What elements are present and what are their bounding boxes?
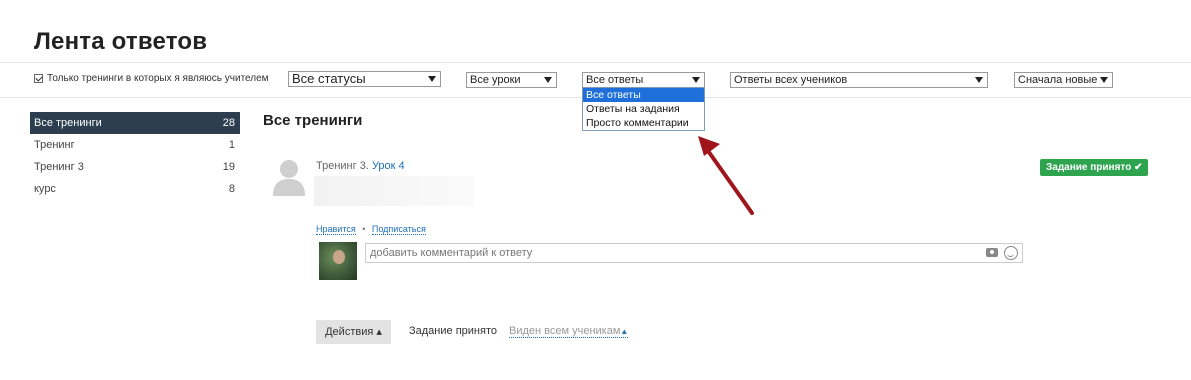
dropdown-option-comments[interactable]: Просто комментарии xyxy=(583,116,704,130)
sidebar-item-label: Все тренинги xyxy=(34,117,102,129)
page-title: Лента ответов xyxy=(34,28,208,55)
answers-select-value: Все ответы xyxy=(586,74,644,86)
answer-meta: Тренинг 3. Урок 4 xyxy=(316,160,405,172)
status-badge: Задание принято ✔ xyxy=(1040,159,1149,176)
comment-input[interactable]: добавить комментарий к ответу xyxy=(365,243,1023,263)
lesson-select-value: Все уроки xyxy=(470,74,521,86)
camera-icon[interactable] xyxy=(986,248,998,257)
emoji-icon[interactable] xyxy=(1004,246,1018,260)
training-sidebar: Все тренинги 28 Тренинг 1 Тренинг 3 19 к… xyxy=(30,112,240,200)
sidebar-item-label: Тренинг 3 xyxy=(34,161,84,173)
teacher-only-checkbox[interactable]: Только тренинги в которых я являюсь учит… xyxy=(34,73,269,84)
sidebar-item-count: 1 xyxy=(228,139,235,151)
chevron-down-icon xyxy=(544,77,552,83)
separator-dot: • xyxy=(362,224,366,234)
status-select-value: Все статусы xyxy=(292,71,366,86)
sidebar-item-count: 8 xyxy=(228,183,235,195)
students-select-value: Ответы всех учеников xyxy=(734,74,848,86)
answer-social-links: Нравится • Подписаться xyxy=(316,224,426,235)
visibility-label: Виден всем ученикам xyxy=(509,325,621,337)
students-select[interactable]: Ответы всех учеников xyxy=(730,72,988,88)
actions-button[interactable]: Действия ▴ xyxy=(316,320,391,344)
status-select[interactable]: Все статусы xyxy=(288,71,441,87)
checkbox-checked-icon[interactable] xyxy=(34,74,43,83)
sidebar-item-count: 28 xyxy=(222,117,235,129)
avatar xyxy=(319,242,357,280)
sort-select-value: Сначала новые xyxy=(1018,74,1098,86)
sort-select[interactable]: Сначала новые xyxy=(1014,72,1113,88)
blurred-answer-text xyxy=(314,176,474,206)
chevron-down-icon xyxy=(975,77,983,83)
answers-select[interactable]: Все ответы xyxy=(582,72,705,88)
sidebar-item-course[interactable]: курс 8 xyxy=(30,178,240,200)
like-link[interactable]: Нравится xyxy=(316,224,356,235)
comment-placeholder: добавить комментарий к ответу xyxy=(370,247,533,259)
lesson-link[interactable]: Урок 4 xyxy=(372,160,405,172)
chevron-down-icon xyxy=(1100,77,1108,83)
dropdown-option-task-answers[interactable]: Ответы на задания xyxy=(583,102,704,116)
teacher-only-label: Только тренинги в которых я являюсь учит… xyxy=(47,73,269,84)
training-name: Тренинг 3. xyxy=(316,160,369,172)
section-title: Все тренинги xyxy=(263,112,363,129)
sidebar-item-label: курс xyxy=(34,183,56,195)
subscribe-link[interactable]: Подписаться xyxy=(371,224,426,235)
sidebar-item-training-3[interactable]: Тренинг 3 19 xyxy=(30,156,240,178)
sidebar-item-all-trainings[interactable]: Все тренинги 28 xyxy=(30,112,240,134)
caret-up-icon: ▲ xyxy=(620,327,629,336)
sidebar-item-label: Тренинг xyxy=(34,139,75,151)
user-avatar-placeholder-icon[interactable] xyxy=(272,158,306,196)
status-badge-label: Задание принято ✔ xyxy=(1046,162,1143,173)
lesson-select[interactable]: Все уроки xyxy=(466,72,557,88)
chevron-down-icon xyxy=(428,76,436,82)
sidebar-item-training[interactable]: Тренинг 1 xyxy=(30,134,240,156)
visibility-toggle[interactable]: Виден всем ученикам▲ xyxy=(509,325,629,338)
sidebar-item-count: 19 xyxy=(222,161,235,173)
chevron-down-icon xyxy=(692,77,700,83)
answers-dropdown-list[interactable]: Все ответы Ответы на задания Просто комм… xyxy=(582,87,705,131)
dropdown-option-all-answers[interactable]: Все ответы xyxy=(583,88,704,102)
answer-status-text: Задание принято xyxy=(409,325,497,337)
annotation-arrow-icon xyxy=(698,136,754,215)
